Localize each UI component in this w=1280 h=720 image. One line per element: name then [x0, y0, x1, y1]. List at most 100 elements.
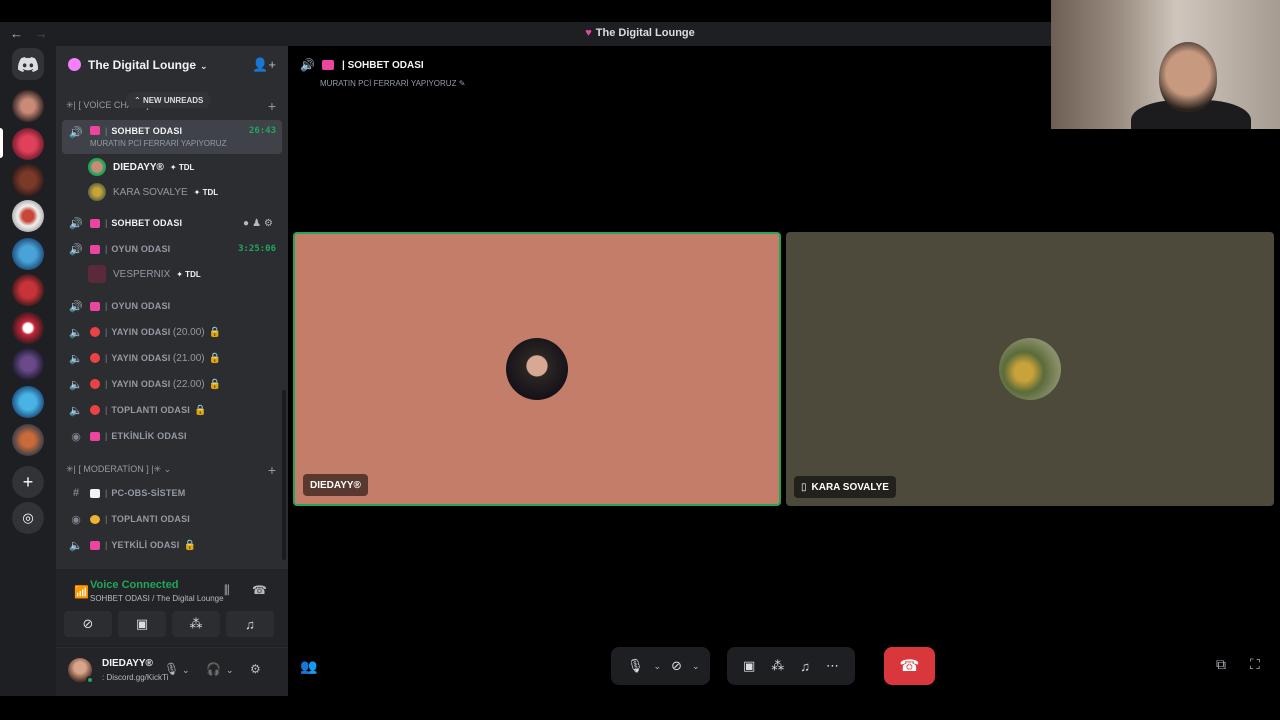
scrollbar[interactable]	[282, 390, 286, 560]
window-title-text: The Digital Lounge	[595, 27, 695, 39]
signal-icon: 📶	[74, 585, 89, 599]
disconnect-icon[interactable]: ☎	[252, 583, 267, 597]
fullscreen-icon[interactable]: ⛶	[1250, 656, 1260, 673]
voice-channel-toplanti[interactable]: 🔈 | TOPLANTI ODASI 🔒	[62, 399, 282, 421]
lock-icon: 🔒	[208, 326, 222, 338]
server-icon[interactable]	[12, 164, 44, 196]
screen-share-button[interactable]: ▣	[118, 611, 166, 637]
soundboard-icon[interactable]: ♫	[800, 659, 810, 674]
new-unreads-pill[interactable]: ⌃ NEW UNREADS	[126, 92, 212, 108]
noise-suppression-icon[interactable]: ⫼	[224, 583, 230, 598]
invite-to-call-icon[interactable]: 👥	[300, 658, 317, 675]
gear-icon[interactable]: ⚙	[250, 662, 261, 676]
voice-member[interactable]: VESPERNIX ✦ TDL	[88, 264, 201, 284]
megaphone-icon	[90, 301, 100, 311]
stage-icon: ◉	[71, 430, 81, 443]
add-server-button[interactable]: +	[12, 466, 44, 498]
mobile-icon: ▯	[801, 481, 807, 493]
chevron-down-icon[interactable]: ⌄	[692, 661, 700, 672]
headphones-icon[interactable]: 🎧	[206, 662, 221, 676]
document-icon	[90, 488, 100, 498]
chevron-down-icon[interactable]: ⌄	[182, 665, 190, 676]
plus-icon: +	[22, 471, 34, 492]
voice-channel-yayin-21[interactable]: 🔈 | YAYIN ODASI (21.00) 🔒	[62, 347, 282, 369]
chevron-down-icon[interactable]: ⌄	[654, 661, 662, 672]
voice-channel-oyun-odasi[interactable]: 🔊 | OYUN ODASI 3:25:06	[62, 238, 282, 260]
gear-icon[interactable]: ⚙	[264, 218, 276, 229]
disconnect-button[interactable]: ☎	[884, 647, 935, 685]
speaker-locked-icon: 🔈	[69, 404, 83, 417]
server-icon[interactable]	[12, 274, 44, 306]
server-icon[interactable]	[12, 424, 44, 456]
chevron-down-icon[interactable]: ⌄	[226, 665, 234, 676]
server-list: + ◎	[0, 46, 56, 696]
explore-servers-button[interactable]: ◎	[12, 502, 44, 534]
voice-location[interactable]: SOHBET ODASI / The Digital Lounge	[90, 594, 224, 603]
username[interactable]: DIEDAYY®	[102, 658, 153, 669]
avatar	[88, 183, 106, 201]
server-icon[interactable]	[12, 90, 44, 122]
selected-server-indicator	[0, 128, 3, 158]
server-icon[interactable]	[12, 312, 44, 344]
camera-button[interactable]: ⊘	[64, 611, 112, 637]
lock-icon: 🔒	[208, 352, 222, 364]
microphone-icon[interactable]: 🎙	[627, 658, 644, 674]
red-circle-icon	[90, 379, 100, 389]
more-icon[interactable]: ⋯	[826, 658, 839, 674]
voice-channel-yayin-22[interactable]: 🔈 | YAYIN ODASI (22.00) 🔒	[62, 373, 282, 395]
participant-name: DIEDAYY®	[303, 474, 368, 496]
voice-channel-sohbet-odasi[interactable]: 🔊 | SOHBET ODASI 26:43 MURATIN PCİ FERRA…	[62, 120, 282, 154]
activities-button[interactable]: ⁂	[172, 611, 220, 637]
server-icon[interactable]	[12, 238, 44, 270]
microphone-icon[interactable]: 🎙	[164, 662, 179, 676]
participant-tile[interactable]: DIEDAYY®	[293, 232, 781, 506]
voice-channel-oyun-odasi-2[interactable]: 🔊 | OYUN ODASI	[62, 295, 282, 317]
server-icon[interactable]	[12, 386, 44, 418]
participant-avatar	[506, 338, 568, 400]
create-channel-icon[interactable]: +	[268, 98, 276, 114]
invite-icon[interactable]: ♟	[252, 218, 264, 229]
popout-icon[interactable]: ⧉	[1216, 656, 1226, 673]
server-header[interactable]: The Digital Lounge ⌄ 👤+	[56, 46, 288, 84]
text-channel-pc-obs[interactable]: # | PC-OBS-SİSTEM	[62, 482, 282, 504]
user-panel: DIEDAYY® : Discord.gg/KickTi 🎙 ⌄ 🎧 ⌄ ⚙	[56, 648, 288, 696]
category-moderation[interactable]: ✳| [ MODERATİON ] |✳ ⌄ +	[66, 462, 276, 478]
custom-status: : Discord.gg/KickTi	[102, 673, 169, 682]
soundboard-button[interactable]: ♫	[226, 611, 274, 637]
server-icon[interactable]	[12, 200, 44, 232]
chevron-down-icon: ⌄	[200, 61, 208, 71]
server-name: The Digital Lounge ⌄	[88, 58, 208, 72]
server-icon-digital-lounge[interactable]	[12, 128, 44, 160]
megaphone-icon	[90, 431, 100, 441]
pencil-icon[interactable]: ✎	[459, 79, 466, 88]
chat-icon[interactable]: ●	[243, 218, 252, 229]
discord-home-button[interactable]	[12, 48, 44, 80]
heart-icon	[90, 514, 100, 524]
megaphone-icon	[90, 244, 100, 254]
voice-connected-label[interactable]: Voice Connected	[90, 579, 178, 591]
phone-icon	[90, 540, 100, 550]
webcam-overlay	[1051, 0, 1280, 129]
voice-channel-yayin-20[interactable]: 🔈 | YAYIN ODASI (20.00) 🔒	[62, 321, 282, 343]
create-channel-icon[interactable]: +	[268, 462, 276, 478]
participant-tile[interactable]: ▯ KARA SOVALYE	[786, 232, 1274, 506]
speaker-icon: 🔊	[69, 243, 83, 256]
voice-channel-sohbet-odasi-2[interactable]: 🔊 | SOHBET ODASI ●♟⚙	[62, 212, 282, 234]
camera-off-icon[interactable]: ⊘	[671, 658, 682, 674]
stage-channel-etkinlik[interactable]: ◉ | ETKİNLİK ODASI	[62, 425, 282, 447]
call-actions: ▣ ⁂ ♫ ⋯	[727, 647, 856, 685]
screen-share-icon[interactable]: ▣	[743, 658, 755, 674]
voice-member[interactable]: DIEDAYY® ✦ TDL	[88, 157, 194, 177]
voice-timer: 3:25:06	[238, 244, 276, 254]
discord-logo-icon	[18, 56, 38, 72]
activities-icon[interactable]: ⁂	[771, 658, 784, 674]
invite-people-icon[interactable]: 👤+	[252, 57, 276, 73]
server-icon[interactable]	[12, 348, 44, 380]
voice-channel-yetkili[interactable]: 🔈 | YETKİLİ ODASI 🔒	[62, 534, 282, 556]
speaker-locked-icon: 🔈	[69, 378, 83, 391]
voice-timer: 26:43	[248, 126, 276, 136]
speaker-locked-icon: 🔈	[69, 539, 83, 552]
voice-member[interactable]: KARA SOVALYE ✦ TDL	[88, 182, 218, 202]
camera-off-icon: ⊘	[82, 616, 94, 631]
stage-channel-toplanti[interactable]: ◉ | TOPLANTI ODASI	[62, 508, 282, 530]
